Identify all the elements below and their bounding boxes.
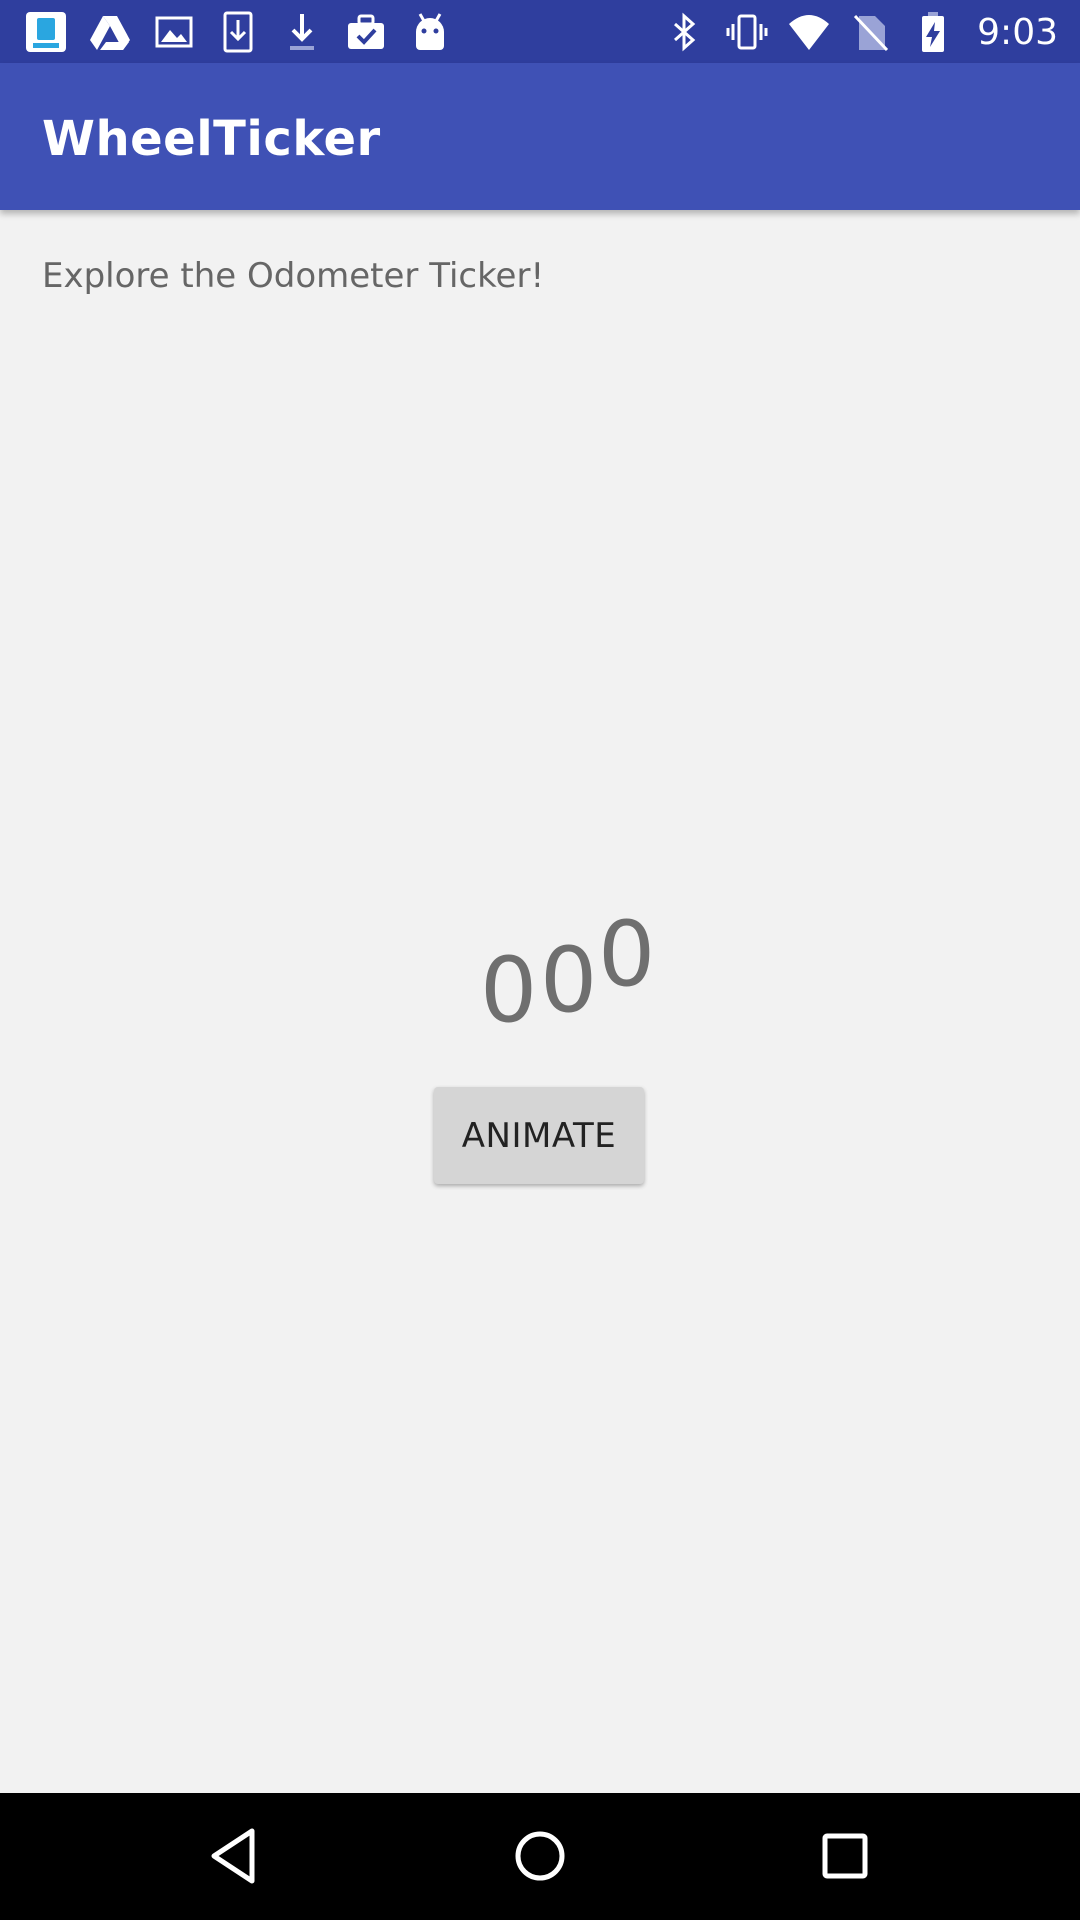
app-bar: WheelTicker bbox=[0, 63, 1080, 210]
drive-icon bbox=[90, 16, 130, 50]
ticker-digit: 0 bbox=[598, 902, 656, 1007]
boston-app-icon bbox=[26, 12, 66, 52]
animate-button[interactable]: ANIMATE bbox=[434, 1087, 644, 1184]
ticker-digit: 0 bbox=[480, 938, 538, 1043]
no-sim-icon bbox=[854, 14, 889, 52]
back-icon[interactable] bbox=[200, 1821, 270, 1891]
download-icon bbox=[290, 14, 314, 50]
download-box-icon bbox=[223, 11, 253, 53]
clock: 9:03 bbox=[977, 11, 1058, 53]
navigation-bar bbox=[0, 1793, 1080, 1920]
wifi-icon bbox=[789, 15, 830, 50]
battery-charging-icon bbox=[922, 12, 945, 52]
image-icon bbox=[155, 16, 193, 48]
vibrate-icon bbox=[726, 14, 768, 50]
home-icon[interactable] bbox=[505, 1821, 575, 1891]
status-bar: 9:03 bbox=[0, 0, 1080, 63]
recents-icon[interactable] bbox=[810, 1821, 880, 1891]
bluetooth-icon bbox=[674, 12, 696, 52]
status-bar-system: 9:03 bbox=[663, 10, 1058, 54]
intro-text: Explore the Odometer Ticker! bbox=[42, 256, 545, 296]
status-bar-notifications bbox=[24, 10, 452, 54]
odometer-ticker: 0 0 0 bbox=[480, 910, 660, 1040]
briefcase-check-icon bbox=[348, 14, 384, 49]
android-icon bbox=[416, 13, 444, 50]
ticker-digit: 0 bbox=[540, 928, 598, 1033]
app-title: WheelTicker bbox=[42, 111, 381, 167]
